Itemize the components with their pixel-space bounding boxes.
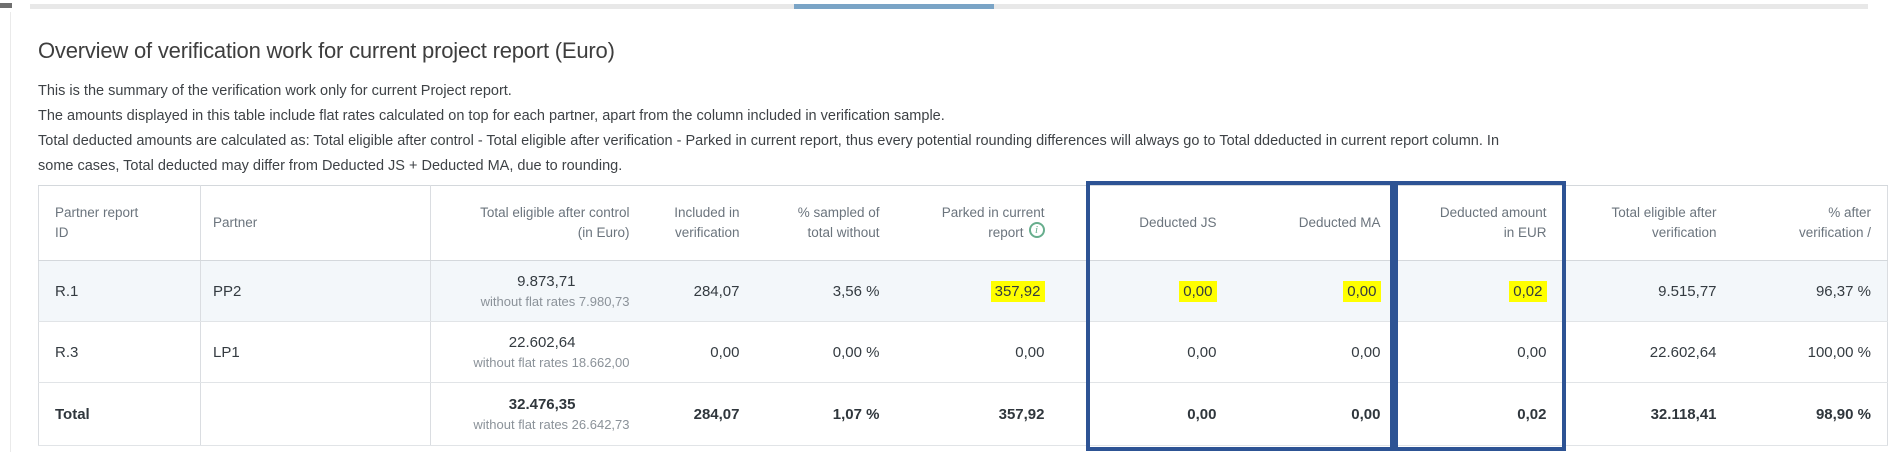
cell-partner xyxy=(201,383,431,446)
col-header-deducted-js: Deducted JS xyxy=(1061,186,1233,261)
col-header-partner-report-id: Partner report ID xyxy=(39,186,201,261)
col-header-parked-line2: report xyxy=(988,225,1023,240)
highlighted-value: 0,02 xyxy=(1509,281,1546,302)
cell-control-value: 9.873,71 xyxy=(432,273,576,291)
verification-table-wrapper: Partner report ID Partner Total eligible… xyxy=(38,185,1887,446)
cell-deducted-amount-eur: 0,02 xyxy=(1397,383,1563,446)
cell-deducted-js: 0,00 xyxy=(1061,383,1233,446)
table-row-r3: R.3 LP1 22.602,64 without flat rates 18.… xyxy=(39,322,1888,383)
cell-control-subtext: without flat rates 7.980,73 xyxy=(432,294,630,309)
col-header-included-in-verification: Included in verification xyxy=(646,186,756,261)
description: This is the summary of the verification … xyxy=(38,79,1899,179)
cell-parked-in-current-report: 357,92 xyxy=(896,261,1061,322)
cell-total-eligible-after-control: 22.602,64 without flat rates 18.662,00 xyxy=(431,322,646,383)
highlighted-value: 357,92 xyxy=(991,281,1045,302)
cell-percent-sampled: 1,07 % xyxy=(756,383,896,446)
horizontal-scrollbar-track[interactable] xyxy=(30,4,1868,9)
cell-total-eligible-after-verification: 22.602,64 xyxy=(1563,322,1733,383)
table-total-row: Total 32.476,35 without flat rates 26.64… xyxy=(39,383,1888,446)
description-line-1: This is the summary of the verification … xyxy=(38,79,1899,104)
top-left-fragment xyxy=(0,3,12,8)
cell-control-value: 22.602,64 xyxy=(432,334,576,352)
page-title: Overview of verification work for curren… xyxy=(38,38,1899,64)
cell-percent-sampled: 3,56 % xyxy=(756,261,896,322)
cell-included-in-verification: 284,07 xyxy=(646,383,756,446)
description-line-2: The amounts displayed in this table incl… xyxy=(38,104,1899,129)
cell-partner: PP2 xyxy=(201,261,431,322)
cell-percent-sampled: 0,00 % xyxy=(756,322,896,383)
cell-included-in-verification: 0,00 xyxy=(646,322,756,383)
col-header-partner: Partner xyxy=(201,186,431,261)
cell-total-eligible-after-verification: 32.118,41 xyxy=(1563,383,1733,446)
cell-total-eligible-after-control: 32.476,35 without flat rates 26.642,73 xyxy=(431,383,646,446)
cell-deducted-amount-eur: 0,02 xyxy=(1397,261,1563,322)
cell-partner-report-id: R.3 xyxy=(39,322,201,383)
cell-control-value: 32.476,35 xyxy=(432,396,576,414)
highlighted-value: 0,00 xyxy=(1179,281,1216,302)
cell-parked-in-current-report: 0,00 xyxy=(896,322,1061,383)
cell-partner: LP1 xyxy=(201,322,431,383)
horizontal-scrollbar-thumb[interactable] xyxy=(794,4,994,9)
cell-total-eligible-after-control: 9.873,71 without flat rates 7.980,73 xyxy=(431,261,646,322)
cell-deducted-js: 0,00 xyxy=(1061,322,1233,383)
cell-deducted-amount-eur: 0,00 xyxy=(1397,322,1563,383)
info-icon[interactable]: i xyxy=(1029,222,1045,238)
col-header-percent-sampled: % sampled of total without xyxy=(756,186,896,261)
cell-partner-report-id: R.1 xyxy=(39,261,201,322)
cell-total-label: Total xyxy=(39,383,201,446)
col-header-total-eligible-after-control: Total eligible after control (in Euro) xyxy=(431,186,646,261)
cell-control-subtext: without flat rates 26.642,73 xyxy=(432,417,630,432)
cell-control-subtext: without flat rates 18.662,00 xyxy=(432,355,630,370)
cell-included-in-verification: 284,07 xyxy=(646,261,756,322)
col-header-total-eligible-after-verification: Total eligible after verification xyxy=(1563,186,1733,261)
col-header-parked-in-current-report: Parked in current reporti xyxy=(896,186,1061,261)
cell-deducted-ma: 0,00 xyxy=(1233,383,1397,446)
cell-deducted-ma: 0,00 xyxy=(1233,261,1397,322)
col-header-deducted-amount-eur: Deducted amount in EUR xyxy=(1397,186,1563,261)
verification-table: Partner report ID Partner Total eligible… xyxy=(38,185,1888,446)
description-line-3: Total deducted amounts are calculated as… xyxy=(38,129,1899,154)
cell-percent-after-verification: 100,00 % xyxy=(1733,322,1888,383)
col-header-deducted-ma: Deducted MA xyxy=(1233,186,1397,261)
description-line-4: some cases, Total deducted may differ fr… xyxy=(38,154,1899,179)
cell-parked-in-current-report: 357,92 xyxy=(896,383,1061,446)
cell-percent-after-verification: 96,37 % xyxy=(1733,261,1888,322)
cell-total-eligible-after-verification: 9.515,77 xyxy=(1563,261,1733,322)
cell-deducted-js: 0,00 xyxy=(1061,261,1233,322)
table-header-row: Partner report ID Partner Total eligible… xyxy=(39,186,1888,261)
cell-deducted-ma: 0,00 xyxy=(1233,322,1397,383)
verification-overview-panel: Overview of verification work for curren… xyxy=(10,12,1899,452)
col-header-percent-after-verification: % after verification / xyxy=(1733,186,1888,261)
table-row-r1: R.1 PP2 9.873,71 without flat rates 7.98… xyxy=(39,261,1888,322)
cell-percent-after-verification: 98,90 % xyxy=(1733,383,1888,446)
highlighted-value: 0,00 xyxy=(1343,281,1380,302)
